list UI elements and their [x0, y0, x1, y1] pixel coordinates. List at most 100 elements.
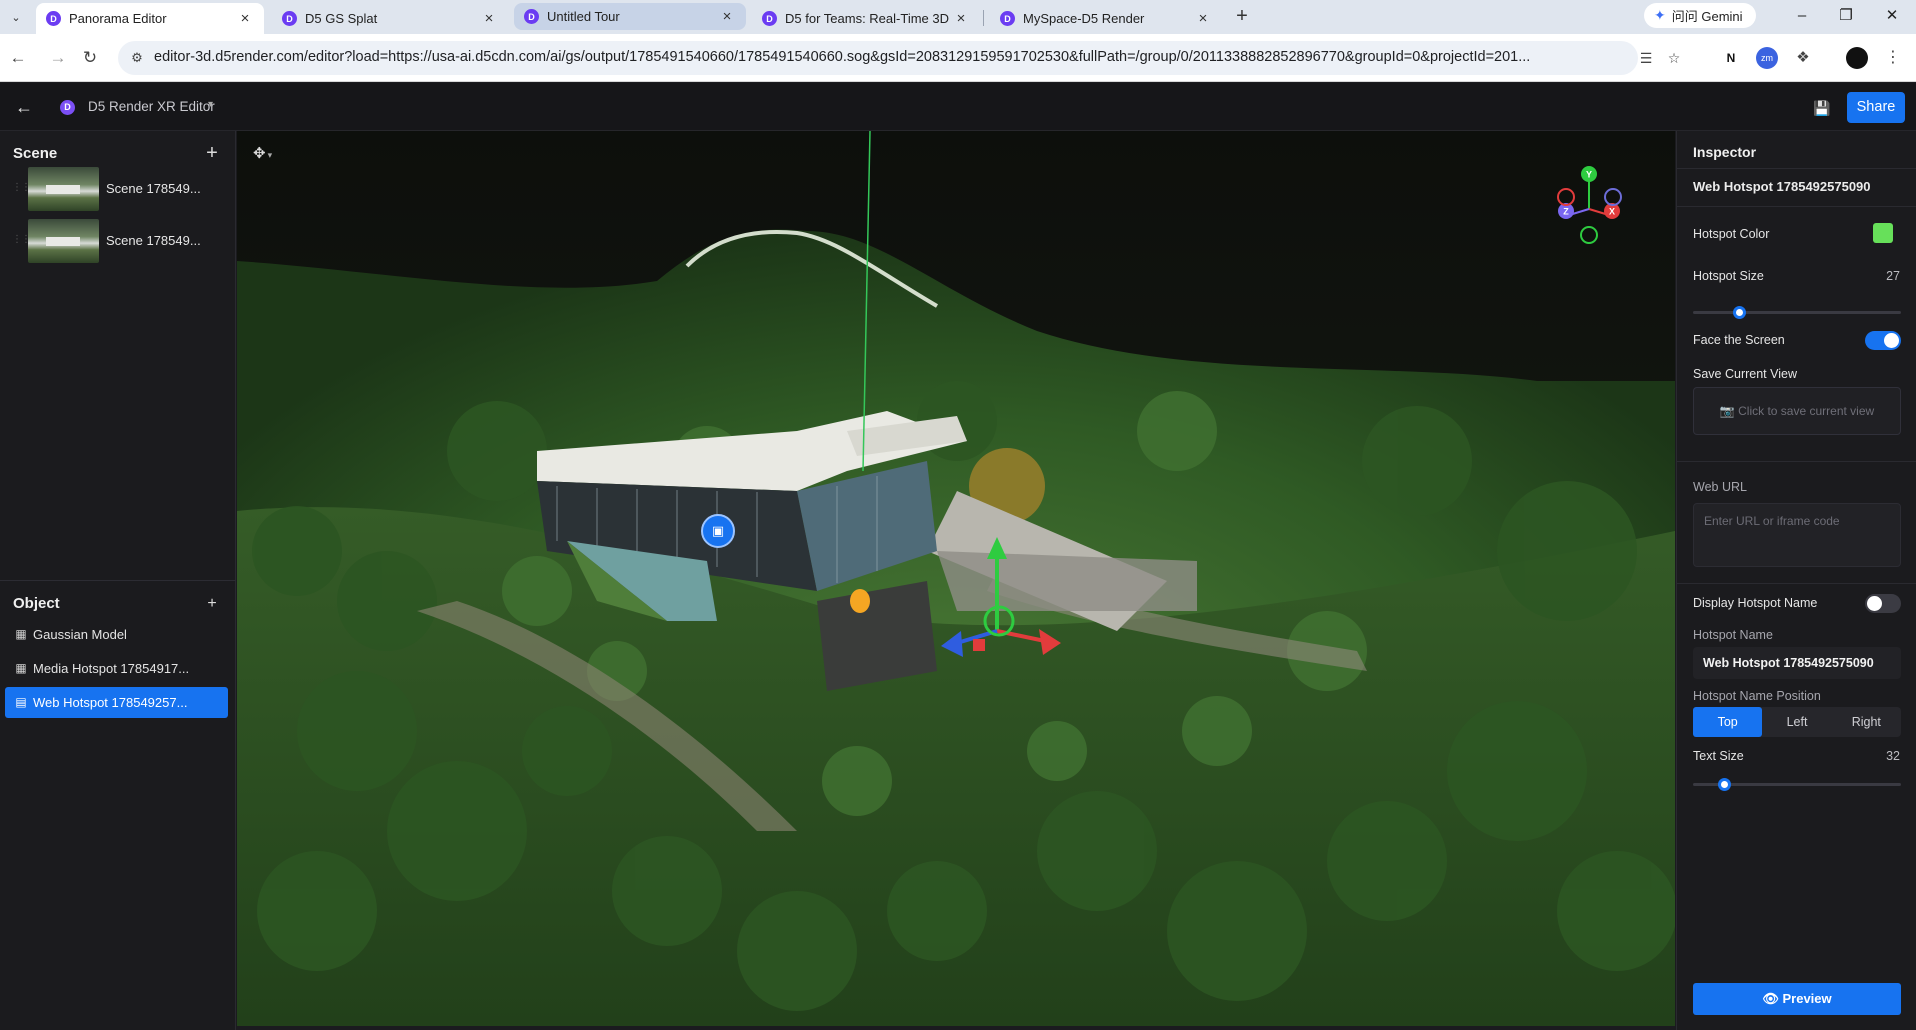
selected-object-name: Web Hotspot 1785492575090	[1693, 179, 1871, 194]
position-right-button[interactable]: Right	[1832, 707, 1901, 737]
media-hotspot-marker-icon[interactable]: ▣	[701, 514, 735, 548]
scene-thumbnail	[28, 219, 99, 263]
back-arrow-icon[interactable]: ←	[12, 95, 36, 119]
close-tab-icon[interactable]: ×	[1194, 10, 1212, 27]
hotspot-name-position-label: Hotspot Name Position	[1693, 689, 1821, 703]
media-hotspot-icon: ▦	[15, 661, 27, 675]
gemini-button[interactable]: ✦ 问问 Gemini	[1644, 3, 1756, 28]
eye-icon: 👁	[1762, 991, 1779, 1006]
address-bar[interactable]: ⚙ editor-3d.d5render.com/editor?load=htt…	[118, 41, 1680, 75]
extensions-puzzle-icon[interactable]: ❖	[1792, 47, 1814, 69]
orientation-gizmo[interactable]: Y X Z	[1545, 161, 1635, 261]
text-size-value: 32	[1886, 749, 1900, 763]
position-left-button[interactable]: Left	[1762, 707, 1831, 737]
close-tab-icon[interactable]: ×	[236, 10, 254, 27]
tab-d5-gs-splat[interactable]: D D5 GS Splat ×	[272, 3, 508, 34]
site-settings-icon[interactable]: ⚙	[128, 49, 146, 67]
preview-label: Preview	[1782, 991, 1832, 1006]
inspector-divider	[1677, 168, 1916, 169]
d5-favicon-icon: D	[524, 9, 539, 24]
move-tool-button[interactable]: ✥ ▾	[247, 141, 285, 167]
restore-window-icon[interactable]: ❐	[1826, 4, 1866, 28]
display-hotspot-name-toggle[interactable]	[1865, 594, 1901, 613]
text-size-label: Text Size	[1693, 749, 1744, 763]
y-axis-arrow[interactable]	[987, 537, 1007, 559]
minimize-window-icon[interactable]: –	[1782, 4, 1822, 28]
tab-myspace-d5-render[interactable]: D MySpace-D5 Render ×	[990, 3, 1222, 34]
d5-logo-icon: D	[60, 100, 75, 115]
object-item-media-hotspot[interactable]: ▦ Media Hotspot 17854917...	[5, 653, 228, 684]
display-hotspot-name-label: Display Hotspot Name	[1693, 596, 1818, 610]
inspector-panel: Inspector Web Hotspot 1785492575090 Hots…	[1676, 131, 1916, 1030]
tab-separator	[983, 10, 984, 26]
z-axis-arrow[interactable]	[941, 631, 963, 657]
y-axis-label: Y	[1586, 170, 1592, 180]
zoom-extension-icon[interactable]: zm	[1756, 47, 1778, 69]
face-screen-toggle[interactable]	[1865, 331, 1901, 350]
profile-avatar-icon[interactable]	[1846, 47, 1868, 69]
d5-favicon-icon: D	[46, 11, 61, 26]
3d-viewport[interactable]: ✥ ▾ ▣ Y X Z	[237, 131, 1675, 1026]
share-button[interactable]: Share	[1847, 92, 1905, 123]
object-label: Gaussian Model	[33, 627, 127, 642]
camera-icon: 📷	[1719, 404, 1735, 418]
name-position-segmented-control: Top Left Right	[1693, 707, 1901, 737]
chevron-down-icon[interactable]: ▾	[268, 150, 273, 160]
hotspot-color-swatch[interactable]	[1873, 223, 1893, 243]
chevron-down-icon[interactable]: ▾	[208, 99, 213, 110]
bookmark-star-icon[interactable]: ☆	[1664, 49, 1684, 67]
object-item-web-hotspot[interactable]: ▤ Web Hotspot 178549257...	[5, 687, 228, 718]
close-tab-icon[interactable]: ×	[952, 10, 970, 27]
save-view-placeholder: Click to save current view	[1738, 404, 1875, 418]
add-object-icon[interactable]: +	[202, 594, 222, 614]
save-current-view-button[interactable]: 📷 Click to save current view	[1693, 387, 1901, 435]
web-url-input[interactable]: Enter URL or iframe code	[1693, 503, 1901, 567]
web-url-placeholder: Enter URL or iframe code	[1704, 514, 1840, 528]
web-url-label: Web URL	[1693, 480, 1747, 494]
hotspot-size-label: Hotspot Size	[1693, 269, 1764, 283]
position-top-button[interactable]: Top	[1693, 707, 1763, 737]
app-title[interactable]: D5 Render XR Editor	[88, 99, 215, 114]
notion-extension-icon[interactable]: N	[1720, 47, 1742, 69]
text-size-slider[interactable]	[1693, 778, 1901, 791]
tab-panorama-editor[interactable]: D Panorama Editor ×	[36, 3, 264, 34]
close-window-icon[interactable]: ✕	[1872, 4, 1912, 28]
save-icon[interactable]: 💾	[1812, 98, 1832, 118]
inspector-divider	[1677, 206, 1916, 207]
save-view-label: Save Current View	[1693, 367, 1797, 381]
close-tab-icon[interactable]: ×	[718, 8, 736, 25]
add-scene-icon[interactable]: +	[202, 143, 222, 163]
url-text[interactable]: editor-3d.d5render.com/editor?load=https…	[154, 49, 1574, 65]
hotspot-name-label: Hotspot Name	[1693, 628, 1773, 642]
hotspot-size-slider[interactable]	[1693, 306, 1901, 319]
scene-list-item[interactable]: ⋮⋮ Scene 178549...	[0, 164, 236, 214]
gemini-label: 问问 Gemini	[1671, 9, 1743, 24]
browser-menu-icon[interactable]: ⋮	[1882, 47, 1904, 69]
web-hotspot-icon: ▤	[15, 695, 27, 709]
object-item-gaussian-model[interactable]: ▦ Gaussian Model	[5, 619, 228, 650]
close-tab-icon[interactable]: ×	[480, 10, 498, 27]
slider-thumb[interactable]	[1732, 306, 1746, 319]
translate-icon[interactable]: ☰	[1636, 49, 1656, 67]
app-header: ← D D5 Render XR Editor ▾ 💾 Share	[0, 83, 1916, 131]
new-tab-button[interactable]: +	[1230, 5, 1254, 29]
tab-d5-for-teams[interactable]: D D5 for Teams: Real-Time 3D ×	[752, 3, 980, 34]
reload-icon[interactable]: ↻	[78, 46, 102, 70]
tab-label: D5 GS Splat	[305, 11, 378, 26]
tab-untitled-tour[interactable]: D Untitled Tour ×	[514, 3, 746, 30]
gemini-sparkle-icon: ✦	[1654, 7, 1666, 23]
hotspot-name-input[interactable]: Web Hotspot 1785492575090	[1693, 647, 1901, 679]
toggle-knob	[1884, 333, 1899, 348]
slider-thumb[interactable]	[1718, 778, 1732, 791]
object-panel-title: Object	[13, 595, 60, 612]
browser-toolbar: ← → ↻ ⚙ editor-3d.d5render.com/editor?lo…	[0, 34, 1916, 82]
panel-divider	[0, 580, 236, 581]
browser-tab-bar: ⌄ D Panorama Editor × D D5 GS Splat × D …	[0, 0, 1916, 34]
x-axis-arrow[interactable]	[1039, 629, 1061, 655]
forward-icon[interactable]: →	[46, 46, 70, 70]
scene-list-item[interactable]: ⋮⋮ Scene 178549...	[0, 216, 236, 266]
tab-search-chevron-icon[interactable]: ⌄	[4, 5, 28, 29]
preview-button[interactable]: 👁 Preview	[1693, 983, 1901, 1015]
back-icon[interactable]: ←	[6, 46, 30, 70]
transform-gizmo[interactable]	[927, 531, 1067, 681]
